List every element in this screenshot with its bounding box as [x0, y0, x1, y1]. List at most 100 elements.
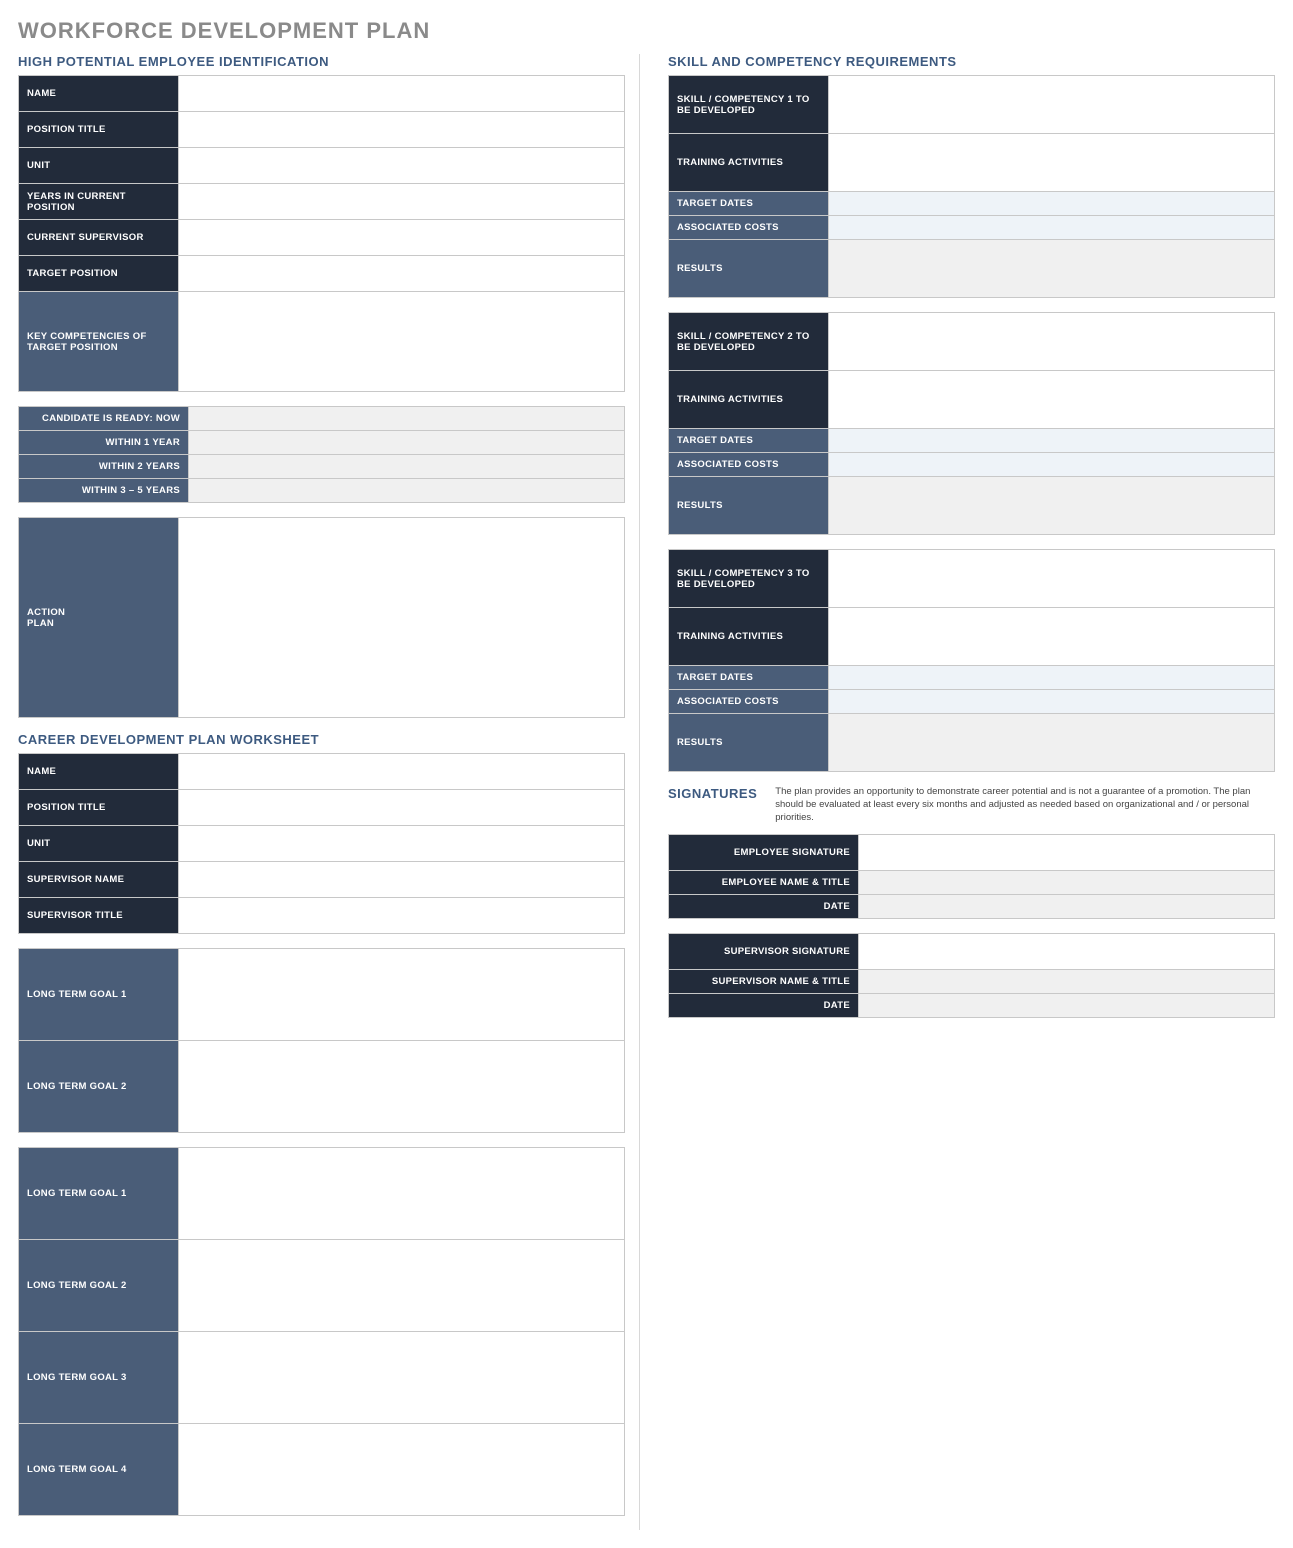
input-results2[interactable] [829, 477, 1275, 535]
input-dates2[interactable] [829, 429, 1275, 453]
column-left: HIGH POTENTIAL EMPLOYEE IDENTIFICATION N… [18, 54, 640, 1530]
input-ready-1yr[interactable] [189, 431, 625, 455]
input-dates1[interactable] [829, 192, 1275, 216]
label-sup-name: SUPERVISOR NAME & TITLE [669, 970, 859, 994]
label-goal-a1: LONG TERM GOAL 1 [19, 949, 179, 1041]
input-goal-b4[interactable] [179, 1424, 625, 1516]
label-supervisor-name: SUPERVISOR NAME [19, 862, 179, 898]
label-goal-a2: LONG TERM GOAL 2 [19, 1041, 179, 1133]
label-ready-1yr: WITHIN 1 YEAR [19, 431, 189, 455]
label-sup-sig: SUPERVISOR SIGNATURE [669, 934, 859, 970]
label-results3: RESULTS [669, 714, 829, 772]
input-goal-b3[interactable] [179, 1332, 625, 1424]
skill-block-3: SKILL / COMPETENCY 3 TO BE DEVELOPED TRA… [668, 549, 1275, 772]
label-ready-now: CANDIDATE IS READY: NOW [19, 407, 189, 431]
label-skill1: SKILL / COMPETENCY 1 TO BE DEVELOPED [669, 76, 829, 134]
label-costs2: ASSOCIATED COSTS [669, 453, 829, 477]
input-emp-sig[interactable] [859, 835, 1275, 871]
label-emp-name: EMPLOYEE NAME & TITLE [669, 871, 859, 895]
label-training3: TRAINING ACTIVITIES [669, 608, 829, 666]
label-sup-date: DATE [669, 994, 859, 1018]
input-skill2[interactable] [829, 313, 1275, 371]
input-goal-b1[interactable] [179, 1148, 625, 1240]
label-ready-3-5yr: WITHIN 3 – 5 YEARS [19, 479, 189, 503]
input-action-plan[interactable] [179, 518, 625, 718]
section-heading-signatures: SIGNATURES [668, 786, 757, 801]
section-heading-hipe: HIGH POTENTIAL EMPLOYEE IDENTIFICATION [18, 54, 625, 69]
input-target-position[interactable] [179, 256, 625, 292]
label-emp-sig: EMPLOYEE SIGNATURE [669, 835, 859, 871]
input-emp-name[interactable] [859, 871, 1275, 895]
label-career-unit: UNIT [19, 826, 179, 862]
label-costs1: ASSOCIATED COSTS [669, 216, 829, 240]
label-dates2: TARGET DATES [669, 429, 829, 453]
input-key-competencies[interactable] [179, 292, 625, 392]
input-supervisor-title[interactable] [179, 898, 625, 934]
input-skill1[interactable] [829, 76, 1275, 134]
input-training3[interactable] [829, 608, 1275, 666]
label-ready-2yr: WITHIN 2 YEARS [19, 455, 189, 479]
input-ready-3-5yr[interactable] [189, 479, 625, 503]
input-career-position-title[interactable] [179, 790, 625, 826]
label-goal-b2: LONG TERM GOAL 2 [19, 1240, 179, 1332]
input-goal-a2[interactable] [179, 1041, 625, 1133]
label-years-in-position: YEARS IN CURRENT POSITION [19, 184, 179, 220]
career-goals-a-table: LONG TERM GOAL 1 LONG TERM GOAL 2 [18, 948, 625, 1133]
input-supervisor-name[interactable] [179, 862, 625, 898]
input-training1[interactable] [829, 134, 1275, 192]
supervisor-signature-table: SUPERVISOR SIGNATURE SUPERVISOR NAME & T… [668, 933, 1275, 1018]
column-right: SKILL AND COMPETENCY REQUIREMENTS SKILL … [668, 54, 1275, 1530]
input-costs2[interactable] [829, 453, 1275, 477]
employee-signature-table: EMPLOYEE SIGNATURE EMPLOYEE NAME & TITLE… [668, 834, 1275, 919]
input-unit[interactable] [179, 148, 625, 184]
hipe-action-plan-table: ACTION PLAN [18, 517, 625, 718]
label-results1: RESULTS [669, 240, 829, 298]
hipe-readiness-table: CANDIDATE IS READY: NOW WITHIN 1 YEAR WI… [18, 406, 625, 503]
label-goal-b4: LONG TERM GOAL 4 [19, 1424, 179, 1516]
input-career-unit[interactable] [179, 826, 625, 862]
label-current-supervisor: CURRENT SUPERVISOR [19, 220, 179, 256]
input-costs1[interactable] [829, 216, 1275, 240]
input-costs3[interactable] [829, 690, 1275, 714]
label-skill2: SKILL / COMPETENCY 2 TO BE DEVELOPED [669, 313, 829, 371]
label-key-competencies: KEY COMPETENCIES OF TARGET POSITION [19, 292, 179, 392]
signatures-note: The plan provides an opportunity to demo… [775, 786, 1275, 824]
input-ready-2yr[interactable] [189, 455, 625, 479]
label-dates3: TARGET DATES [669, 666, 829, 690]
label-target-position: TARGET POSITION [19, 256, 179, 292]
input-ready-now[interactable] [189, 407, 625, 431]
input-career-name[interactable] [179, 754, 625, 790]
label-supervisor-title: SUPERVISOR TITLE [19, 898, 179, 934]
input-training2[interactable] [829, 371, 1275, 429]
input-sup-date[interactable] [859, 994, 1275, 1018]
label-training1: TRAINING ACTIVITIES [669, 134, 829, 192]
input-goal-b2[interactable] [179, 1240, 625, 1332]
input-skill3[interactable] [829, 550, 1275, 608]
hipe-basic-table: NAME POSITION TITLE UNIT YEARS IN CURREN… [18, 75, 625, 392]
input-dates3[interactable] [829, 666, 1275, 690]
label-costs3: ASSOCIATED COSTS [669, 690, 829, 714]
input-current-supervisor[interactable] [179, 220, 625, 256]
career-goals-b-table: LONG TERM GOAL 1 LONG TERM GOAL 2 LONG T… [18, 1147, 625, 1516]
input-sup-sig[interactable] [859, 934, 1275, 970]
label-dates1: TARGET DATES [669, 192, 829, 216]
input-results1[interactable] [829, 240, 1275, 298]
section-heading-career: CAREER DEVELOPMENT PLAN WORKSHEET [18, 732, 625, 747]
label-career-position-title: POSITION TITLE [19, 790, 179, 826]
input-goal-a1[interactable] [179, 949, 625, 1041]
label-position-title: POSITION TITLE [19, 112, 179, 148]
label-emp-date: DATE [669, 895, 859, 919]
input-sup-name[interactable] [859, 970, 1275, 994]
label-action-plan: ACTION PLAN [19, 518, 179, 718]
label-training2: TRAINING ACTIVITIES [669, 371, 829, 429]
input-results3[interactable] [829, 714, 1275, 772]
input-emp-date[interactable] [859, 895, 1275, 919]
label-goal-b1: LONG TERM GOAL 1 [19, 1148, 179, 1240]
label-results2: RESULTS [669, 477, 829, 535]
input-name[interactable] [179, 76, 625, 112]
input-years-in-position[interactable] [179, 184, 625, 220]
label-name: NAME [19, 76, 179, 112]
input-position-title[interactable] [179, 112, 625, 148]
page-title: WORKFORCE DEVELOPMENT PLAN [18, 18, 1275, 44]
section-heading-skills: SKILL AND COMPETENCY REQUIREMENTS [668, 54, 1275, 69]
